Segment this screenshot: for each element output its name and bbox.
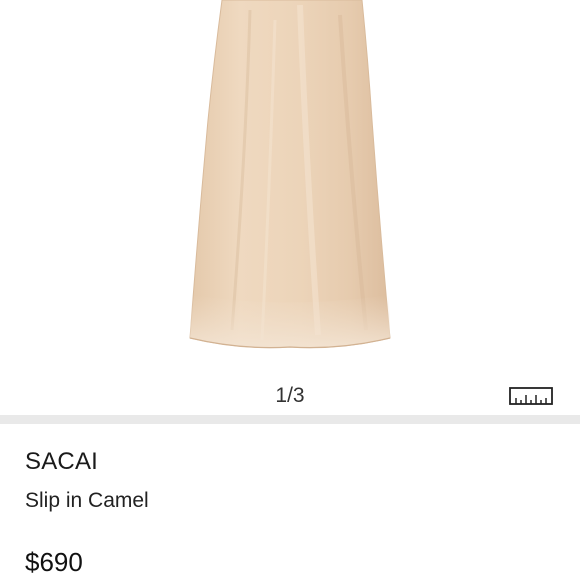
product-image-gallery[interactable]: 1/3 (0, 0, 580, 415)
product-image[interactable] (0, 0, 580, 360)
product-details: SACAI Slip in Camel $690 (0, 424, 580, 580)
product-title: Slip in Camel (25, 489, 149, 512)
product-price: $690 (25, 547, 83, 577)
image-pager: 1/3 (275, 384, 305, 407)
section-divider (0, 415, 580, 424)
ruler-icon[interactable] (509, 385, 553, 407)
brand-name[interactable]: SACAI (25, 448, 98, 476)
